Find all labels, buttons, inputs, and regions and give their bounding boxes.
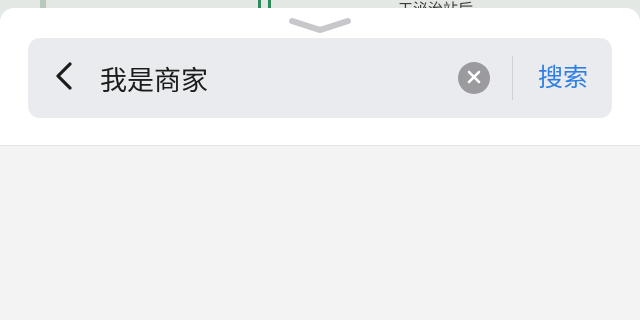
search-button[interactable]: 搜索 [524,58,602,98]
search-sheet: 搜索 [0,8,640,320]
sheet-header: 搜索 [0,8,640,146]
chevron-left-icon [54,61,74,95]
close-icon [467,69,481,88]
clear-button[interactable] [458,62,490,94]
search-input[interactable] [100,58,440,98]
search-bar: 搜索 [28,38,612,118]
divider [512,56,513,100]
chevron-down-icon[interactable] [288,17,352,35]
back-button[interactable] [46,60,82,96]
results-area [0,146,640,320]
